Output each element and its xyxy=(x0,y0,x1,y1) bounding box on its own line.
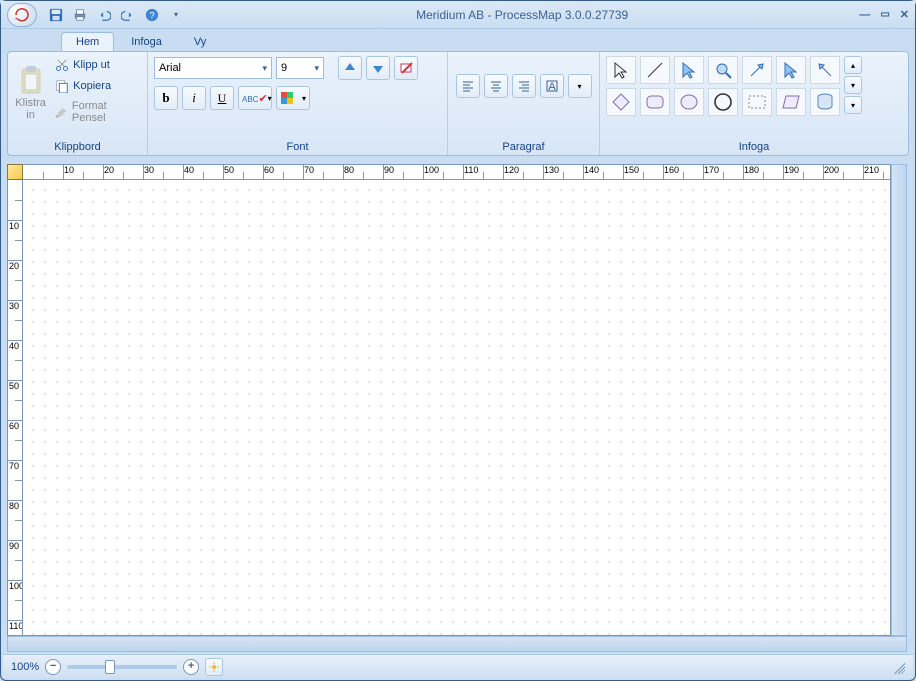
shape-pointer-fill[interactable] xyxy=(776,56,806,84)
shape-ellipse-fill[interactable] xyxy=(674,88,704,116)
fit-view-button[interactable] xyxy=(205,658,223,676)
align-center-icon xyxy=(489,79,503,93)
copy-button[interactable]: Kopiera xyxy=(51,77,141,95)
tab-hem[interactable]: Hem xyxy=(61,32,114,51)
shape-cylinder[interactable] xyxy=(810,88,840,116)
help-button[interactable]: ? xyxy=(143,6,161,24)
align-center-button[interactable] xyxy=(484,74,508,98)
bold-button[interactable]: b xyxy=(154,86,178,110)
shape-arrow-nw[interactable] xyxy=(810,56,840,84)
font-size-combo[interactable]: 9▾ xyxy=(276,57,324,79)
shape-rect-dashed[interactable] xyxy=(742,88,772,116)
app-menu-button[interactable] xyxy=(7,3,37,27)
color-swatch-icon xyxy=(280,91,294,105)
underline-button[interactable]: U xyxy=(210,86,234,110)
ribbon: Klistra in Klipp ut Kopiera Format Pense… xyxy=(7,51,909,156)
arrow-down-icon xyxy=(371,61,385,75)
zoom-out-button[interactable]: − xyxy=(45,659,61,675)
shape-parallelogram[interactable] xyxy=(776,88,806,116)
font-grow-button[interactable] xyxy=(338,56,362,80)
align-left-icon xyxy=(461,79,475,93)
resize-grip[interactable] xyxy=(891,660,905,674)
vertical-scrollbar[interactable] xyxy=(891,164,907,636)
shape-circle-outline[interactable] xyxy=(708,88,738,116)
abc-icon: ABC✔ xyxy=(242,92,268,105)
undo-button[interactable] xyxy=(95,6,113,24)
scissors-icon xyxy=(55,58,69,72)
fit-icon xyxy=(208,661,220,673)
save-button[interactable] xyxy=(47,6,65,24)
gallery-more-button[interactable]: ▾ xyxy=(844,96,862,114)
caret-down-icon: ▾ xyxy=(302,94,306,103)
group-label-font: Font xyxy=(154,139,441,153)
maximize-button[interactable]: ▭ xyxy=(880,9,889,20)
zoom-level-label: 100% xyxy=(11,661,39,673)
redo-button[interactable] xyxy=(119,6,137,24)
cut-button[interactable]: Klipp ut xyxy=(51,56,141,74)
italic-button[interactable]: i xyxy=(182,86,206,110)
chevron-up-icon: ▴ xyxy=(851,61,855,70)
shape-line[interactable] xyxy=(640,56,670,84)
caret-down-icon: ▾ xyxy=(268,94,272,103)
zoom-in-button[interactable]: + xyxy=(183,659,199,675)
paste-button[interactable]: Klistra in xyxy=(14,56,47,130)
clear-format-button[interactable] xyxy=(394,56,418,80)
gallery-down-button[interactable]: ▾ xyxy=(844,76,862,94)
shape-pointer-blue[interactable] xyxy=(674,56,704,84)
horizontal-scrollbar[interactable] xyxy=(7,636,907,652)
statusbar: 100% − + xyxy=(3,654,913,678)
paste-label: Klistra in xyxy=(14,97,47,121)
font-family-combo[interactable]: Arial▾ xyxy=(154,57,272,79)
shape-arrow-ne[interactable] xyxy=(742,56,772,84)
zoom-slider-thumb[interactable] xyxy=(105,660,115,674)
shape-roundrect[interactable] xyxy=(640,88,670,116)
vertical-ruler[interactable]: 102030405060708090100110120 xyxy=(7,180,23,636)
group-label-infoga: Infoga xyxy=(606,139,902,153)
canvas[interactable] xyxy=(23,180,891,636)
chevron-down-icon: ▾ xyxy=(851,81,855,90)
ribbon-tabs: Hem Infoga Vy xyxy=(1,29,915,51)
minimize-button[interactable]: ― xyxy=(859,9,870,21)
shape-pointer[interactable] xyxy=(606,56,636,84)
window-title: Meridium AB - ProcessMap 3.0.0.27739 xyxy=(185,8,859,22)
align-right-icon xyxy=(517,79,531,93)
spellcheck-button[interactable]: ABC✔▾ xyxy=(238,86,272,110)
brush-icon xyxy=(55,105,68,119)
arrow-up-icon xyxy=(343,61,357,75)
tab-infoga[interactable]: Infoga xyxy=(116,32,177,51)
print-button[interactable] xyxy=(71,6,89,24)
qat-customize-caret[interactable]: ▾ xyxy=(167,6,185,24)
group-label-klippbord: Klippbord xyxy=(14,139,141,153)
align-right-button[interactable] xyxy=(512,74,536,98)
erase-icon xyxy=(399,61,413,75)
caret-down-icon: ▾ xyxy=(262,63,267,74)
align-justify-button[interactable]: A xyxy=(540,74,564,98)
align-left-button[interactable] xyxy=(456,74,480,98)
svg-text:?: ? xyxy=(149,10,154,21)
horizontal-ruler[interactable]: 1020304050607080901001101201301401501601… xyxy=(23,164,891,180)
workarea: 1020304050607080901001101201301401501601… xyxy=(7,164,907,652)
tab-vy[interactable]: Vy xyxy=(179,32,221,51)
close-button[interactable]: ✕ xyxy=(900,8,909,21)
shape-magnifier[interactable] xyxy=(708,56,738,84)
format-painter-button[interactable]: Format Pensel xyxy=(51,98,141,126)
font-shrink-button[interactable] xyxy=(366,56,390,80)
menu-icon: ▾ xyxy=(851,101,855,110)
svg-text:A: A xyxy=(548,81,556,93)
caret-down-icon: ▾ xyxy=(577,82,581,91)
group-label-paragraf: Paragraf xyxy=(454,139,593,153)
shape-diamond[interactable] xyxy=(606,88,636,116)
shape-gallery xyxy=(606,56,840,116)
zoom-slider[interactable] xyxy=(67,665,177,669)
font-color-button[interactable]: ▾ xyxy=(276,86,310,110)
paragraph-more-button[interactable]: ▾ xyxy=(568,74,592,98)
gallery-up-button[interactable]: ▴ xyxy=(844,56,862,74)
caret-down-icon: ▾ xyxy=(314,63,319,74)
text-box-icon: A xyxy=(545,79,559,93)
ruler-origin[interactable] xyxy=(7,164,23,180)
copy-icon xyxy=(55,79,69,93)
